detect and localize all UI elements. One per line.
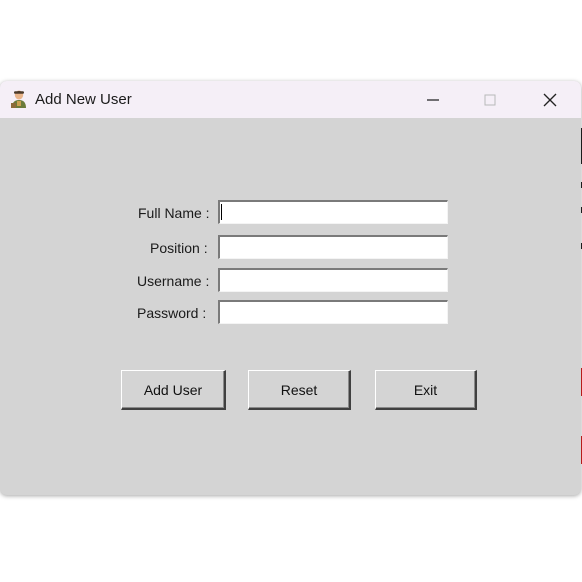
window-title: Add New User	[35, 91, 132, 108]
maximize-icon	[484, 94, 496, 105]
full-name-field[interactable]	[218, 200, 448, 224]
user-avatar-icon	[11, 90, 26, 108]
password-label: Password :	[137, 305, 207, 321]
title-bar[interactable]: Add New User	[0, 81, 581, 118]
reset-button[interactable]: Reset	[248, 370, 351, 410]
username-field[interactable]	[218, 268, 448, 292]
minimize-icon	[427, 98, 439, 101]
password-field[interactable]	[218, 300, 448, 324]
position-label: Position :	[150, 240, 208, 256]
exit-button[interactable]: Exit	[375, 370, 477, 410]
text-caret	[221, 204, 222, 220]
minimize-button[interactable]	[410, 81, 456, 118]
username-label: Username :	[137, 273, 210, 289]
close-button[interactable]	[527, 81, 573, 118]
full-name-label: Full Name :	[138, 205, 210, 221]
desktop: Add New User Full Name : Position : User…	[0, 0, 582, 582]
add-user-button[interactable]: Add User	[121, 370, 226, 410]
maximize-button[interactable]	[467, 81, 513, 118]
position-field[interactable]	[218, 235, 448, 259]
close-icon	[543, 93, 557, 106]
add-user-window: Add New User Full Name : Position : User…	[0, 81, 581, 495]
